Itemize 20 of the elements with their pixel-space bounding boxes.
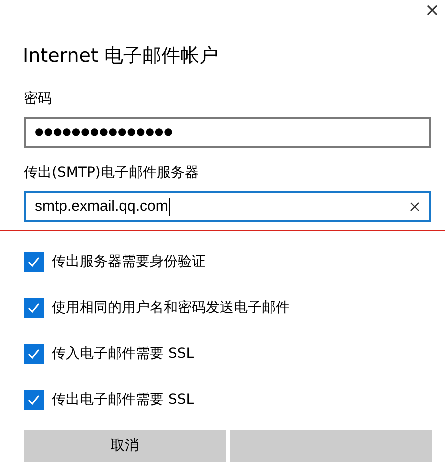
- field-label: 密码: [24, 90, 53, 108]
- checkbox-label: 传出电子邮件需要 SSL: [52, 391, 194, 409]
- check-icon: [27, 255, 41, 269]
- clear-icon[interactable]: [410, 202, 420, 212]
- checkbox-label: 传入电子邮件需要 SSL: [52, 345, 194, 363]
- checkbox-label: 使用相同的用户名和密码发送电子邮件: [52, 299, 290, 317]
- check-icon: [27, 393, 41, 407]
- field-label: 传出(SMTP)电子邮件服务器: [24, 164, 200, 182]
- checkbox-label: 传出服务器需要身份验证: [52, 253, 206, 271]
- close-button[interactable]: ×: [420, 0, 445, 22]
- cancel-button[interactable]: 取消: [24, 430, 226, 462]
- dialog-title: Internet 电子邮件帐户: [23, 44, 220, 68]
- checkbox[interactable]: [24, 390, 44, 410]
- server-field[interactable]: smtp.exmail.qq.com: [24, 191, 431, 222]
- checkbox[interactable]: [24, 252, 44, 272]
- check-icon: [27, 301, 41, 315]
- password-field[interactable]: ●●●●●●●●●●●●●●●: [24, 117, 431, 148]
- checkbox[interactable]: [24, 344, 44, 364]
- checkbox[interactable]: [24, 298, 44, 318]
- check-icon: [27, 347, 41, 361]
